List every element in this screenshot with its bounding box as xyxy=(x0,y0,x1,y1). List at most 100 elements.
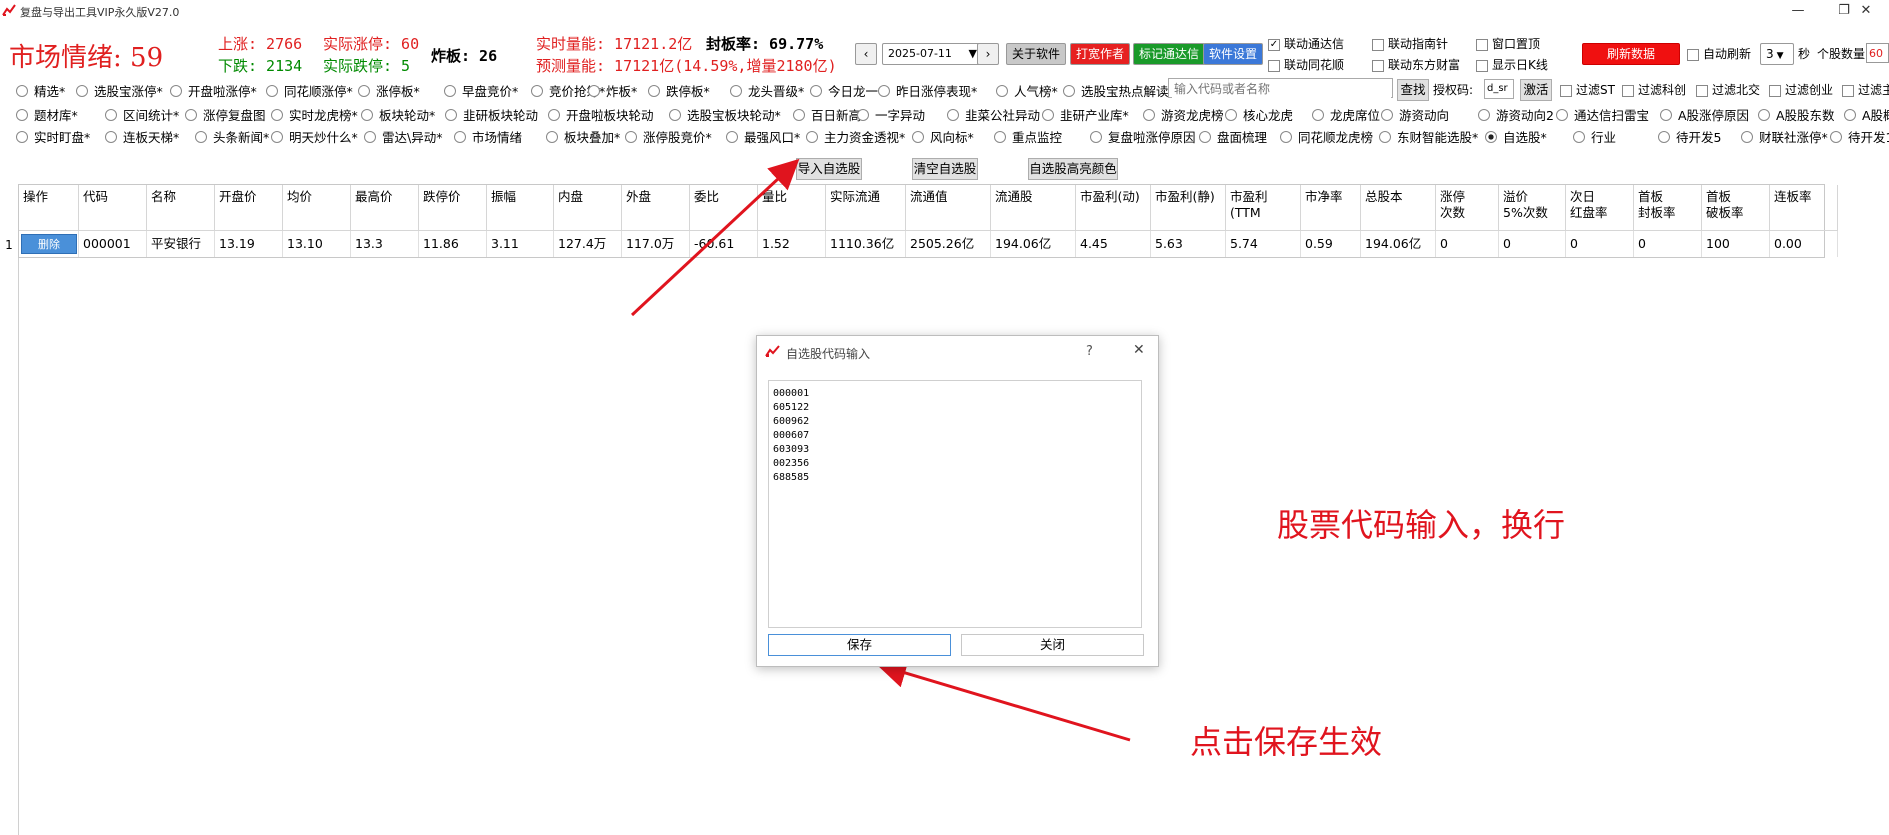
column-header[interactable]: 开盘价 xyxy=(215,185,283,231)
import-watchlist-button[interactable]: 导入自选股 xyxy=(796,158,862,180)
radio-option[interactable]: 选股宝板块轮动* xyxy=(669,105,781,124)
radio-option[interactable]: 重点监控 xyxy=(994,127,1062,146)
close-icon[interactable]: ✕ xyxy=(1133,342,1145,358)
radio-option[interactable]: 选股宝涨停* xyxy=(76,81,163,100)
radio-option[interactable]: 主力资金透视* xyxy=(806,127,905,146)
radio-option[interactable]: 早盘竞价* xyxy=(444,81,518,100)
radio-option[interactable]: 跌停板* xyxy=(648,81,710,100)
radio-option[interactable]: 题材库* xyxy=(16,105,78,124)
radio-option[interactable]: 雷达\异动* xyxy=(364,127,442,146)
radio-option[interactable]: 游资龙虎榜 xyxy=(1143,105,1224,124)
radio-option[interactable]: 风向标* xyxy=(912,127,974,146)
radio-option[interactable]: A股概念 xyxy=(1844,105,1889,124)
radio-option[interactable]: 板块叠加* xyxy=(546,127,620,146)
column-header[interactable]: 市盈利(静) xyxy=(1151,185,1226,231)
column-header[interactable]: 振幅 xyxy=(487,185,554,231)
auth-input[interactable]: d_sr xyxy=(1484,79,1514,99)
link-compass-checkbox[interactable]: 联动指南针 xyxy=(1372,35,1448,52)
filter-bj-checkbox[interactable]: 过滤北交 xyxy=(1696,81,1760,98)
column-header[interactable]: 内盘 xyxy=(554,185,622,231)
column-header[interactable]: 市净率 xyxy=(1301,185,1361,231)
filter-star-checkbox[interactable]: 过滤科创 xyxy=(1622,81,1686,98)
activate-button[interactable]: 激活 xyxy=(1520,79,1552,101)
close-window-button[interactable]: ✕ xyxy=(1843,0,1889,22)
radio-option[interactable]: 涨停板* xyxy=(358,81,420,100)
column-header[interactable]: 跌停价 xyxy=(419,185,487,231)
column-header[interactable]: 涨停 次数 xyxy=(1436,185,1499,231)
help-icon[interactable]: ? xyxy=(1086,344,1093,359)
radio-option[interactable]: 韭研产业库* xyxy=(1042,105,1129,124)
column-header[interactable]: 量比 xyxy=(758,185,826,231)
column-header[interactable]: 外盘 xyxy=(622,185,690,231)
radio-option[interactable]: 炸板* xyxy=(588,81,637,100)
filter-st-checkbox[interactable]: 过滤ST xyxy=(1560,81,1615,98)
filter-gem-checkbox[interactable]: 过滤创业 xyxy=(1769,81,1833,98)
radio-option[interactable]: 最强风口* xyxy=(726,127,800,146)
author-button[interactable]: 打宽作者 xyxy=(1070,43,1131,65)
radio-option[interactable]: 头条新闻* xyxy=(195,127,269,146)
column-header[interactable]: 均价 xyxy=(283,185,351,231)
radio-option[interactable]: 市场情绪 xyxy=(454,127,522,146)
radio-option[interactable]: 核心龙虎 xyxy=(1225,105,1293,124)
minimize-button[interactable]: — xyxy=(1775,0,1821,22)
date-select[interactable]: 2025-07-11 ▼ xyxy=(882,43,982,65)
mark-tdx-button[interactable]: 标记通达信 xyxy=(1133,43,1206,65)
radio-option[interactable]: 东财智能选股* xyxy=(1379,127,1478,146)
radio-option[interactable]: 百日新高 xyxy=(793,105,861,124)
search-button[interactable]: 查找 xyxy=(1397,79,1429,101)
column-header[interactable]: 委比 xyxy=(690,185,758,231)
column-header[interactable]: 流通股 xyxy=(991,185,1076,231)
radio-option[interactable]: 明天炒什么* xyxy=(271,127,358,146)
radio-option[interactable]: 韭研板块轮动 xyxy=(445,105,538,124)
radio-option[interactable]: 复盘啦涨停原因 xyxy=(1090,127,1196,146)
radio-option[interactable]: 一字异动 xyxy=(857,105,925,124)
radio-option[interactable]: 区间统计* xyxy=(105,105,179,124)
pin-window-checkbox[interactable]: 窗口置顶 xyxy=(1476,35,1540,52)
save-button[interactable]: 保存 xyxy=(768,634,951,656)
radio-option[interactable]: 行业 xyxy=(1573,127,1616,146)
radio-option[interactable]: 实时盯盘* xyxy=(16,127,90,146)
clear-watchlist-button[interactable]: 清空自选股 xyxy=(912,158,978,180)
link-tdx-checkbox[interactable]: 联动通达信 xyxy=(1268,35,1344,52)
prev-date-button[interactable]: ‹ xyxy=(855,43,877,65)
link-dfcf-checkbox[interactable]: 联动东方财富 xyxy=(1372,56,1460,73)
column-header[interactable]: 流通值 xyxy=(906,185,991,231)
column-header[interactable]: 最高价 xyxy=(351,185,419,231)
radio-option[interactable]: 盘面梳理 xyxy=(1199,127,1267,146)
settings-button[interactable]: 软件设置 xyxy=(1203,43,1264,65)
column-header[interactable]: 总股本 xyxy=(1361,185,1436,231)
refresh-data-button[interactable]: 刷新数据 xyxy=(1582,43,1680,65)
radio-option[interactable]: 游资动向 xyxy=(1381,105,1449,124)
radio-option[interactable]: 板块轮动* xyxy=(361,105,435,124)
radio-option[interactable]: 涨停股竞价* xyxy=(625,127,712,146)
column-header[interactable]: 实际流通 xyxy=(826,185,906,231)
delete-row-button[interactable]: 删除 xyxy=(21,234,77,254)
radio-option[interactable]: 精选* xyxy=(16,81,65,100)
search-field[interactable] xyxy=(1168,78,1393,98)
radio-option[interactable]: 开盘啦涨停* xyxy=(170,81,257,100)
column-header[interactable]: 代码 xyxy=(79,185,147,231)
highlight-color-button[interactable]: 自选股高亮颜色 xyxy=(1028,158,1118,180)
about-button[interactable]: 关于软件 xyxy=(1006,43,1067,65)
radio-option[interactable]: 韭菜公社异动 xyxy=(947,105,1040,124)
radio-option[interactable]: 龙虎席位 xyxy=(1312,105,1380,124)
radio-option[interactable]: 实时龙虎榜* xyxy=(271,105,358,124)
column-header[interactable]: 溢价 5%次数 xyxy=(1499,185,1566,231)
stock-count-input[interactable]: 60 xyxy=(1866,43,1889,63)
radio-option[interactable]: 选股宝热点解读* xyxy=(1063,81,1175,100)
radio-option[interactable]: 连板天梯* xyxy=(105,127,179,146)
radio-option[interactable]: A股涨停原因 xyxy=(1660,105,1749,124)
radio-option[interactable]: 同花顺涨停* xyxy=(266,81,353,100)
search-input[interactable] xyxy=(1172,80,1391,98)
column-header[interactable]: 次日 红盘率 xyxy=(1566,185,1634,231)
radio-option[interactable]: A股股东数 xyxy=(1758,105,1835,124)
column-header[interactable]: 操作 xyxy=(19,185,79,231)
radio-option[interactable]: 涨停复盘图 xyxy=(185,105,266,124)
radio-option[interactable]: 自选股* xyxy=(1485,127,1547,146)
radio-option[interactable]: 通达信扫雷宝 xyxy=(1556,105,1649,124)
column-header[interactable]: 名称 xyxy=(147,185,215,231)
column-header[interactable]: 首板 破板率 xyxy=(1702,185,1770,231)
show-daily-k-checkbox[interactable]: 显示日K线 xyxy=(1476,56,1548,73)
radio-option[interactable]: 今日龙一* xyxy=(810,81,884,100)
interval-select[interactable]: 3 ▼ xyxy=(1760,43,1794,65)
